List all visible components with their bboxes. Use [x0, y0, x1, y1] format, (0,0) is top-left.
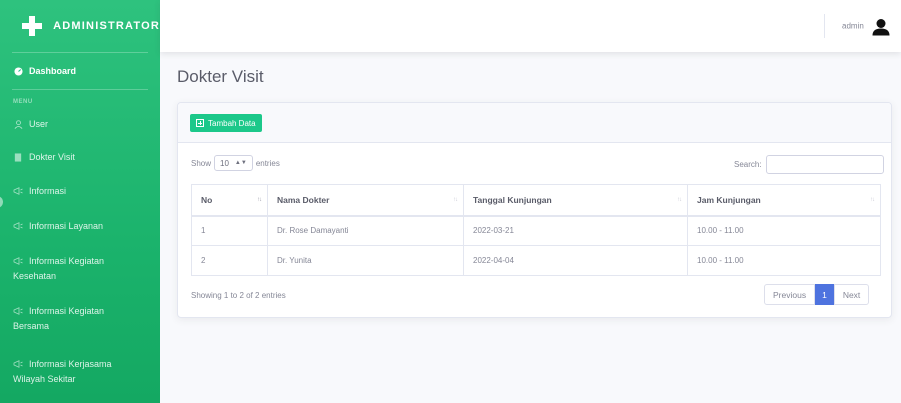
add-data-label: Tambah Data [208, 118, 256, 128]
sidebar: ADMINISTRATOR Dashboard MENU User Dokter… [0, 0, 160, 403]
select-arrows-icon: ▲▼ [234, 160, 247, 166]
sidebar-item-label-line2: Wilayah Sekitar [13, 374, 76, 384]
brand[interactable]: ADMINISTRATOR [0, 0, 160, 52]
page-1-button[interactable]: 1 [815, 284, 834, 305]
sidebar-item-label: Informasi Layanan [29, 221, 104, 231]
sidebar-item-informasi-kegiatan-bersama[interactable]: Informasi Kegiatan Bersama [0, 297, 160, 347]
table-info: Showing 1 to 2 of 2 entries [191, 291, 286, 300]
add-data-button[interactable]: Tambah Data [190, 114, 262, 132]
megaphone-icon [13, 306, 23, 316]
sort-icon: ↑↓ [453, 196, 458, 203]
plus-logo-icon [22, 16, 43, 36]
column-header-jam-kunjungan[interactable]: Jam Kunjungan ↑↓ [687, 184, 881, 217]
sort-icon: ↑↓ [677, 196, 682, 203]
entries-select-value: 10 [220, 158, 229, 168]
entries-label: entries [255, 158, 280, 168]
sidebar-item-label: Informasi [29, 186, 67, 196]
column-header-label: No [201, 194, 213, 205]
topbar: admin [160, 0, 901, 52]
cell-nama-dokter: Dr. Yunita [267, 245, 464, 276]
brand-title: ADMINISTRATOR [53, 20, 160, 32]
megaphone-icon [13, 221, 23, 231]
page-title: Dokter Visit [177, 67, 264, 86]
column-header-tanggal-kunjungan[interactable]: Tanggal Kunjungan ↑↓ [463, 184, 688, 217]
sidebar-item-label-line2: Bersama [13, 321, 50, 331]
column-header-label: Tanggal Kunjungan [473, 194, 552, 205]
sidebar-divider [12, 89, 148, 90]
cell-no: 2 [191, 245, 268, 276]
table-row: 1 Dr. Rose Damayanti 2022-03-21 10.00 - … [191, 215, 881, 246]
sidebar-item-user[interactable]: User [0, 109, 160, 139]
cell-tanggal: 2022-04-04 [463, 245, 688, 276]
sort-icon: ↑↓ [870, 196, 875, 203]
cell-tanggal: 2022-03-21 [463, 215, 688, 246]
user-icon [13, 119, 23, 129]
table-row: 2 Dr. Yunita 2022-04-04 10.00 - 11.00 [191, 245, 881, 276]
pagination: Previous 1 Next [764, 284, 870, 305]
megaphone-icon [13, 256, 23, 266]
next-page-button[interactable]: Next [833, 284, 870, 305]
data-card: Tambah Data Show 10 ▲▼ entries Search: N… [177, 102, 892, 318]
sidebar-item-informasi-kerjasama[interactable]: Informasi Kerjasama Wilayah Sekitar [0, 347, 160, 397]
search-label: Search: [734, 160, 762, 169]
dashboard-icon [13, 66, 23, 76]
entries-select[interactable]: 10 ▲▼ [214, 155, 253, 171]
doctor-visit-table: No ↑↓ Nama Dokter ↑↓ Tanggal Kunjungan ↑… [191, 184, 881, 276]
cell-jam: 10.00 - 11.00 [687, 215, 881, 246]
sidebar-item-informasi-kegiatan-kesehatan[interactable]: Informasi Kegiatan Kesehatan [0, 245, 160, 297]
sidebar-item-informasi[interactable]: Informasi [0, 175, 160, 207]
cell-jam: 10.00 - 11.00 [687, 245, 881, 276]
file-icon [13, 152, 23, 162]
sidebar-item-label: Dokter Visit [29, 152, 75, 162]
user-name[interactable]: admin [842, 22, 864, 31]
sidebar-item-label: Dashboard [29, 66, 77, 76]
cell-no: 1 [191, 215, 268, 246]
sidebar-item-label-line2: Kesehatan [13, 271, 57, 281]
column-header-label: Nama Dokter [277, 194, 330, 205]
sidebar-item-label: Informasi Kegiatan [29, 256, 105, 266]
sort-icon: ↑↓ [257, 196, 262, 203]
sidebar-item-label: User [29, 119, 49, 129]
search-control: Search: [734, 155, 884, 174]
column-header-label: Jam Kunjungan [697, 194, 761, 205]
card-header: Tambah Data [178, 103, 891, 143]
sidebar-heading: MENU [13, 99, 33, 105]
column-header-nama-dokter[interactable]: Nama Dokter ↑↓ [267, 184, 464, 217]
search-input[interactable] [765, 155, 884, 174]
length-control: Show 10 ▲▼ entries [191, 155, 280, 171]
sidebar-item-informasi-layanan[interactable]: Informasi Layanan [0, 207, 160, 245]
table-header-row: No ↑↓ Nama Dokter ↑↓ Tanggal Kunjungan ↑… [191, 184, 881, 217]
sidebar-item-label: Informasi Kerjasama [29, 359, 112, 369]
megaphone-icon [13, 359, 23, 369]
previous-page-button[interactable]: Previous [764, 284, 816, 305]
sidebar-item-dashboard[interactable]: Dashboard [0, 53, 160, 89]
plus-square-icon [196, 119, 204, 127]
megaphone-icon [13, 186, 23, 196]
show-label: Show [191, 158, 212, 168]
sidebar-item-dokter-visit[interactable]: Dokter Visit [0, 139, 160, 175]
user-profile-icon[interactable] [872, 18, 890, 36]
cell-nama-dokter: Dr. Rose Damayanti [267, 215, 464, 246]
sidebar-item-label: Informasi Kegiatan [29, 306, 105, 316]
topbar-divider [824, 14, 825, 38]
column-header-no[interactable]: No ↑↓ [191, 184, 268, 217]
